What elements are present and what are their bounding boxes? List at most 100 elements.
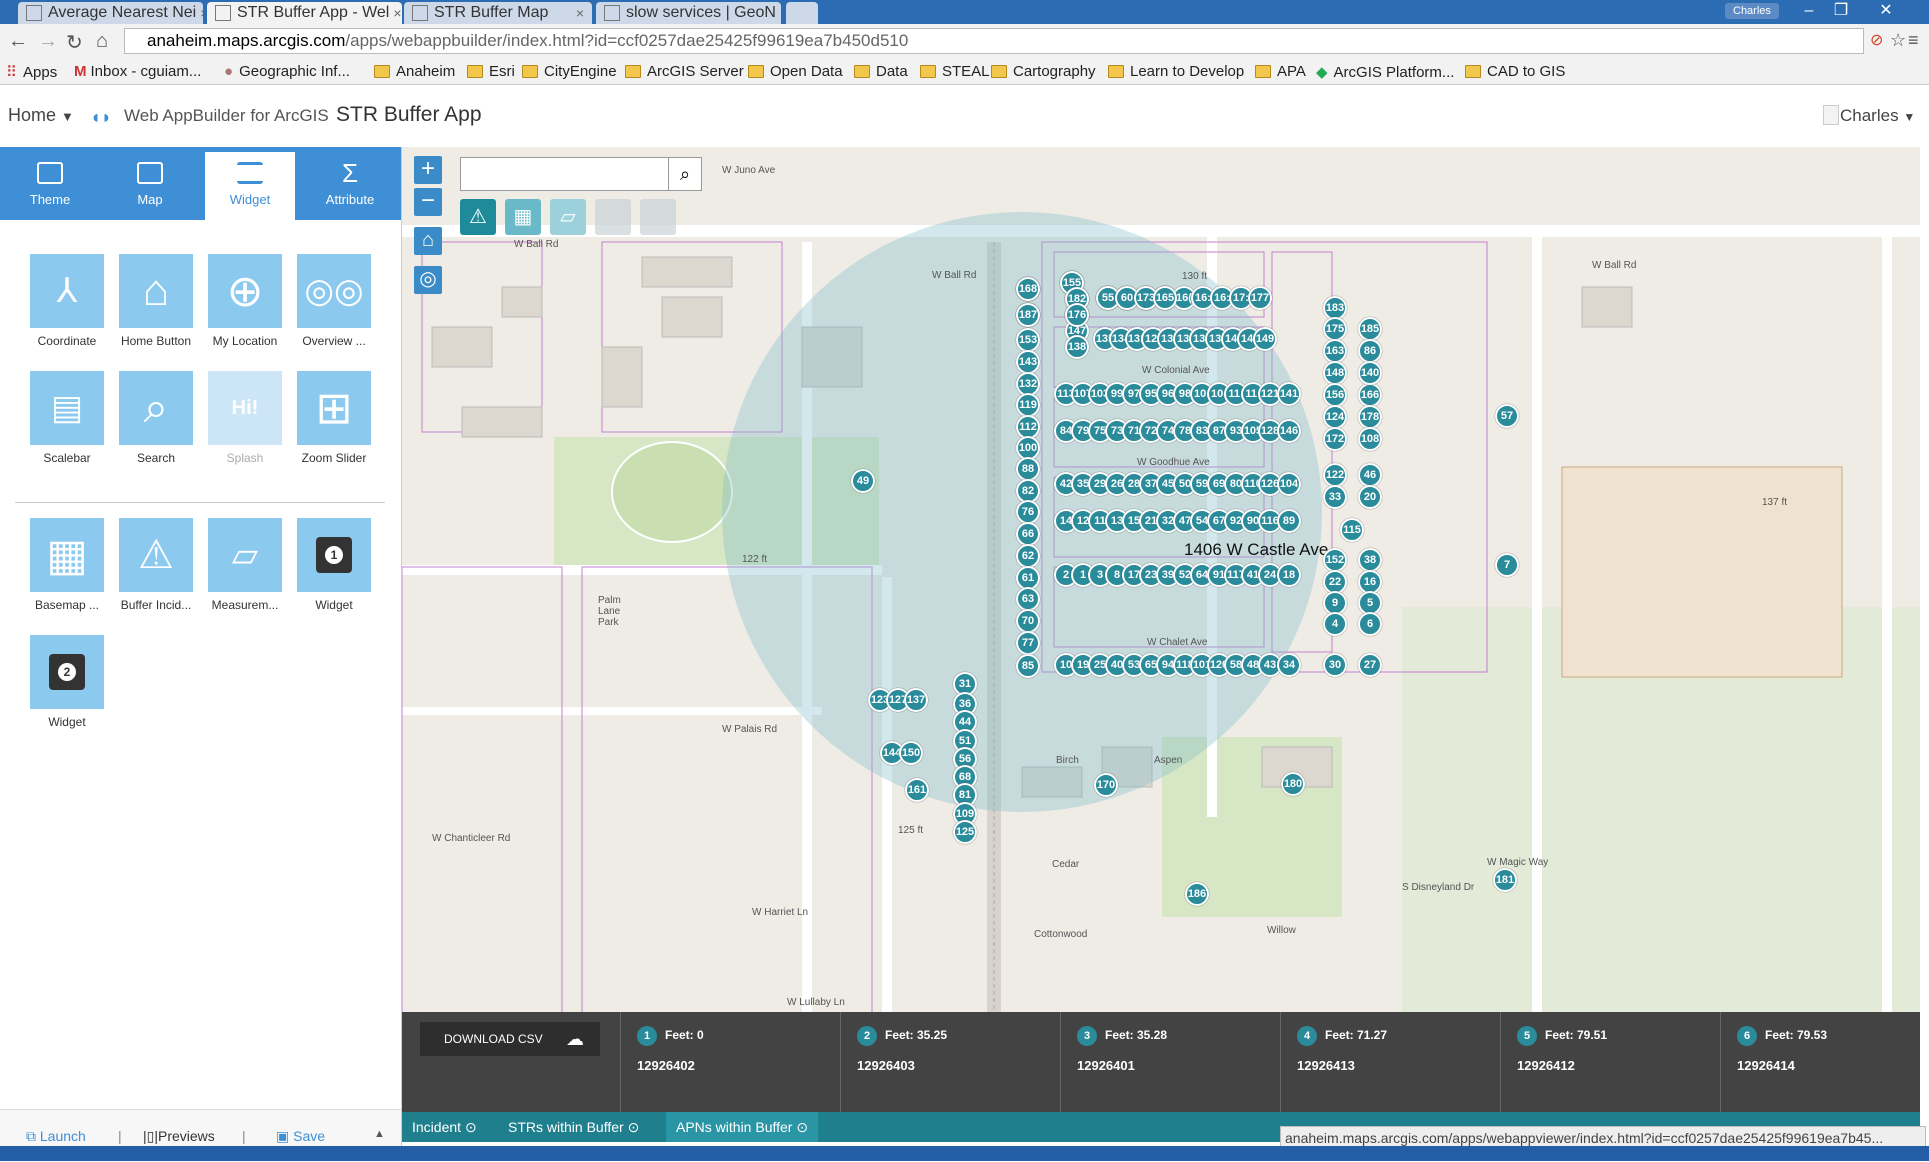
close-icon[interactable]: × [572,5,584,21]
bookmark-folder[interactable]: Cartography [991,63,1096,80]
str-marker[interactable]: 168 [1016,277,1040,301]
widget-zoom-slider[interactable]: ⊞ Zoom Slider [289,371,379,465]
str-marker[interactable]: 4 [1323,612,1347,636]
str-marker[interactable]: 172 [1323,427,1347,451]
str-marker[interactable]: 108 [1358,427,1382,451]
browser-tab-active[interactable]: STR Buffer App - Wel × [207,2,402,24]
bookmark-folder[interactable]: APA [1255,63,1306,80]
str-marker[interactable]: 34 [1277,653,1301,677]
widget-placeholder-1[interactable]: 1 Widget [289,518,379,612]
bookmark-folder[interactable]: Anaheim [374,63,455,80]
previews-button[interactable]: |▯|Previews [143,1128,215,1145]
bookmark-folder[interactable]: Esri [467,63,515,80]
save-button[interactable]: ▣ Save [276,1128,325,1145]
bookmark-arcgis-platform[interactable]: ◆ ArcGIS Platform... [1316,63,1454,82]
record-card[interactable]: 5 Feet: 79.51 12926412 [1500,1012,1720,1112]
widget-scalebar[interactable]: ▤ Scalebar [22,371,112,465]
close-icon[interactable]: × [389,5,401,21]
str-marker[interactable]: 143 [1016,350,1040,374]
str-marker[interactable]: 104 [1277,472,1301,496]
str-marker[interactable]: 140 [1358,361,1382,385]
bookmark-folder[interactable]: Learn to Develop [1108,63,1244,80]
browser-tab[interactable]: Average Nearest Nei× [18,2,203,24]
bookmark-geographic[interactable]: ● Geographic Inf... [224,63,350,80]
str-marker[interactable]: 178 [1358,405,1382,429]
close-icon[interactable]: × [196,5,203,21]
widget-my-location[interactable]: ⊕ My Location [200,254,290,348]
widget-home-button[interactable]: ⌂ Home Button [111,254,201,348]
str-marker[interactable]: 77 [1016,631,1040,655]
launch-button[interactable]: ⧉ Launch [26,1128,86,1145]
str-marker[interactable]: 176 [1065,303,1089,327]
str-marker[interactable]: 150 [899,741,923,765]
record-card[interactable]: 4 Feet: 71.27 12926413 [1280,1012,1500,1112]
widget-2-tool[interactable] [640,199,676,235]
reload-icon[interactable]: ↻ [66,30,83,55]
bookmark-folder[interactable]: CAD to GIS [1465,63,1565,80]
caret-up-icon[interactable]: ▲ [374,1128,385,1140]
str-marker[interactable]: 187 [1016,303,1040,327]
str-marker[interactable]: 163 [1323,339,1347,363]
str-marker[interactable]: 89 [1277,509,1301,533]
home-icon[interactable]: ⌂ [96,30,108,53]
str-marker[interactable]: 46 [1358,463,1382,487]
buffer-incident-tool[interactable]: ⚠ [460,199,496,235]
widget-measurement[interactable]: ▱ Measurem... [200,518,290,612]
minimize-icon[interactable]: – [1791,0,1827,22]
str-marker[interactable]: 38 [1358,548,1382,572]
str-marker[interactable]: 27 [1358,653,1382,677]
str-marker[interactable]: 148 [1323,361,1347,385]
browser-tab[interactable]: STR Buffer Map × [404,2,592,24]
bookmark-folder[interactable]: CityEngine [522,63,617,80]
map-search-button[interactable]: ⌕ [668,157,702,191]
basemap-tool[interactable]: ▦ [505,199,541,235]
str-marker[interactable]: 165 [1153,286,1177,310]
str-marker[interactable]: 18 [1277,563,1301,587]
record-card[interactable]: 3 Feet: 35.28 12926401 [1060,1012,1280,1112]
str-marker[interactable]: 6 [1358,612,1382,636]
str-marker[interactable]: 175 [1323,317,1347,341]
bookmark-apps[interactable]: ⠿ Apps [6,63,57,82]
forward-icon[interactable]: → [38,30,58,53]
str-marker[interactable]: 166 [1358,383,1382,407]
bookmark-folder[interactable]: Open Data [748,63,843,80]
str-marker[interactable]: 20 [1358,485,1382,509]
home-menu[interactable]: Home ▼ [8,105,74,126]
str-marker[interactable]: 122 [1323,463,1347,487]
user-menu[interactable]: Charles ▼ [1840,106,1915,126]
widget-splash[interactable]: Hi! Splash [200,371,290,465]
str-marker[interactable]: 125 [953,820,977,844]
str-marker[interactable]: 185 [1358,317,1382,341]
str-marker[interactable]: 7 [1495,553,1519,577]
str-marker[interactable]: 161 [905,778,929,802]
str-marker[interactable]: 85 [1016,654,1040,678]
bookmark-inbox[interactable]: M Inbox - cguiam... [74,63,201,80]
str-marker[interactable]: 66 [1016,522,1040,546]
tab-map[interactable]: Map [105,152,195,220]
zoom-in-button[interactable]: + [414,156,442,184]
bookmark-folder[interactable]: Data [854,63,908,80]
str-marker[interactable]: 88 [1016,457,1040,481]
str-marker[interactable]: 156 [1323,383,1347,407]
maximize-icon[interactable]: ❐ [1823,0,1859,22]
widget-coordinate[interactable]: ⅄ Coordinate [22,254,112,348]
str-marker[interactable]: 49 [851,469,875,493]
profile-chip[interactable]: Charles [1725,3,1779,19]
str-marker[interactable]: 124 [1323,405,1347,429]
menu-icon[interactable]: ≡ [1908,30,1919,51]
zoom-out-button[interactable]: − [414,188,442,216]
str-marker[interactable]: 76 [1016,500,1040,524]
widget-buffer-incident[interactable]: ⚠ Buffer Incid... [111,518,201,612]
tab-apns-within-buffer[interactable]: APNs within Buffer ⊙ [666,1112,819,1142]
str-marker[interactable]: 115 [1340,518,1364,542]
str-marker[interactable]: 186 [1185,882,1209,906]
close-icon[interactable]: × [776,5,781,21]
str-marker[interactable]: 152 [1323,548,1347,572]
str-marker[interactable]: 137 [904,688,928,712]
str-marker[interactable]: 119 [1016,393,1040,417]
back-icon[interactable]: ← [8,30,28,53]
str-marker[interactable]: 86 [1358,339,1382,363]
close-circle-icon[interactable]: ⊙ [465,1119,477,1135]
new-tab-button[interactable] [786,2,818,24]
str-marker[interactable]: 63 [1016,587,1040,611]
